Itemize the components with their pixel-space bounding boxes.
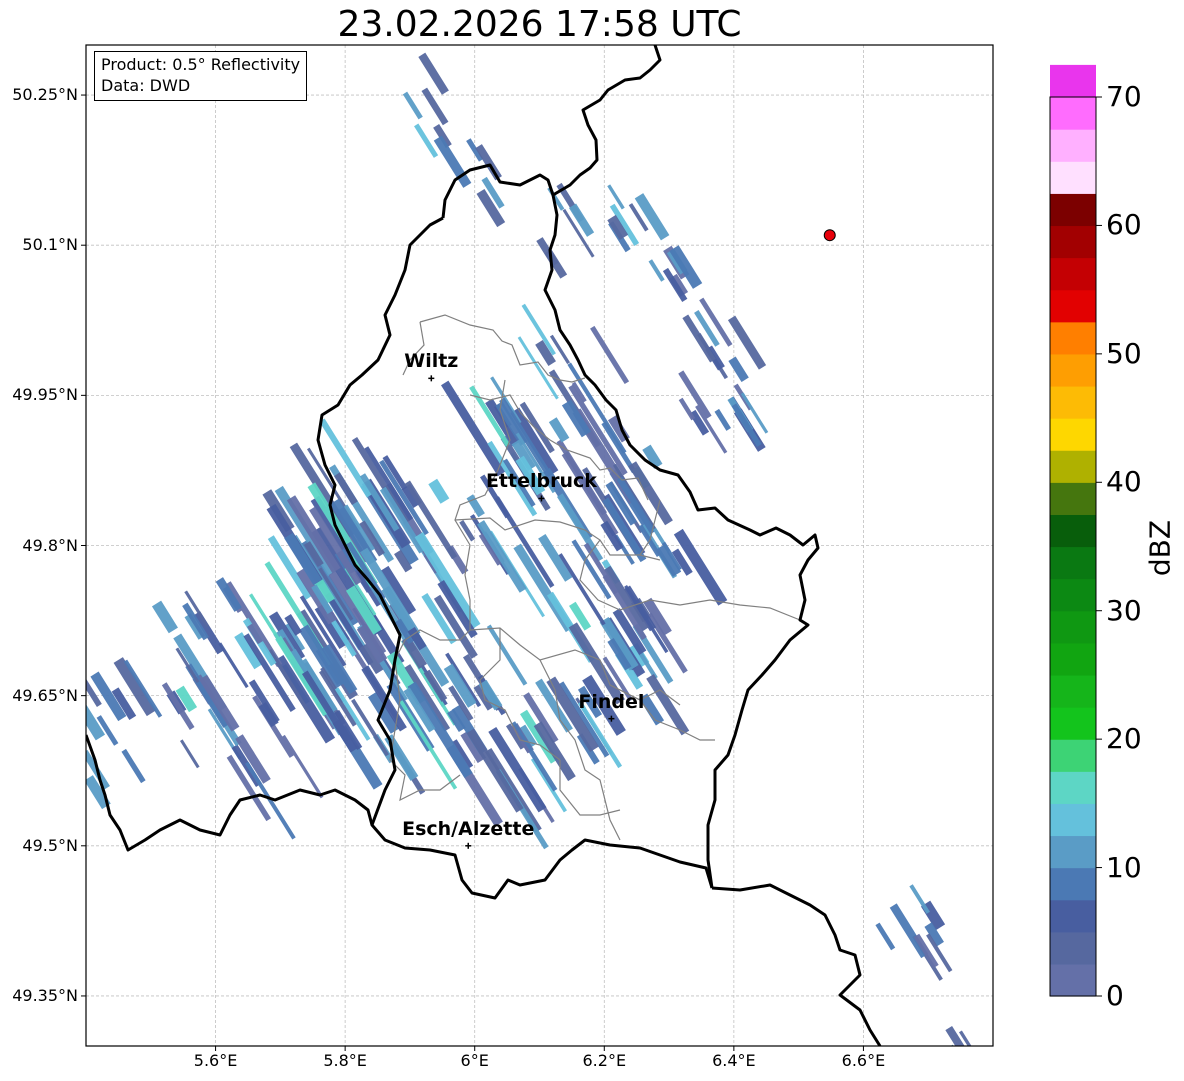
lon-tick-label: 6.6°E: [841, 1051, 886, 1070]
echo-streak: [678, 397, 696, 421]
echo-streak: [875, 922, 896, 951]
echo-streak: [909, 884, 930, 914]
colorbar-segment: [1050, 385, 1096, 419]
echo-streak: [418, 52, 449, 95]
colorbar-tick-label: 30: [1106, 593, 1142, 627]
lat-tick-label: 49.65°N: [12, 685, 78, 705]
colorbar-segment: [1050, 739, 1096, 772]
echo-streak: [151, 600, 178, 634]
colorbar-segment: [1050, 353, 1096, 387]
colorbar-segment: [1050, 931, 1096, 965]
echo-streak: [647, 612, 688, 674]
colorbar-segment: [1050, 257, 1096, 291]
colorbar-tick-label: 20: [1106, 722, 1142, 756]
colorbar-segment: [1050, 161, 1096, 194]
lon-tick-label: 6.4°E: [712, 1051, 756, 1070]
product-line: Product: 0.5° Reflectivity: [101, 55, 301, 74]
city-label: Esch/Alzette: [402, 817, 535, 840]
colorbar-tick-label: 0: [1106, 979, 1124, 1012]
colorbar-tick-label: 40: [1106, 465, 1142, 499]
colorbar-segment: [1050, 899, 1096, 933]
colorbar-tick-label: 70: [1106, 80, 1142, 113]
product-info-box: Product: 0.5° Reflectivity Data: DWD: [94, 51, 308, 101]
colorbar-segment: [1050, 482, 1096, 515]
data-source-line: Data: DWD: [101, 76, 191, 95]
echo-streak: [607, 184, 625, 210]
colorbar-label: dBZ: [1143, 519, 1177, 577]
colorbar-segment: [1050, 578, 1096, 612]
colorbar-tick-label: 50: [1106, 336, 1142, 370]
lat-tick-label: 49.5°N: [22, 835, 78, 855]
echo-streak: [245, 761, 296, 840]
lon-tick-label: 6.2°E: [582, 1051, 627, 1070]
city-marker: [428, 375, 435, 382]
echo-streak: [948, 1047, 972, 1081]
gridlines: [86, 45, 993, 1046]
lat-tick-label: 50.25°N: [12, 85, 78, 105]
echo-streak: [728, 356, 749, 383]
radar-map: [81, 44, 1102, 1081]
echo-streak: [282, 734, 324, 799]
colorbar-segment: [1050, 193, 1096, 227]
echo-streak: [121, 748, 146, 784]
echo-streak: [548, 417, 570, 443]
city-label: Findel: [578, 690, 645, 713]
radar-echoes: [86, 52, 981, 1081]
colorbar-segment: [1050, 418, 1096, 451]
lat-tick-label: 49.95°N: [12, 385, 78, 405]
radar-site-marker: [823, 229, 836, 242]
colorbar-tick-label: 60: [1106, 208, 1142, 242]
colorbar-segment: [1050, 674, 1096, 708]
colorbar-segment: [1050, 803, 1096, 837]
city-label: Ettelbruck: [485, 470, 597, 493]
echo-streak: [714, 408, 731, 431]
echo-streak: [179, 739, 200, 769]
lon-tick-label: 5.8°E: [323, 1051, 367, 1070]
colorbar-segment: [1050, 707, 1096, 740]
lat-tick-label: 50.1°N: [22, 235, 78, 255]
colorbar-segment: [1050, 289, 1096, 323]
colorbar: [1049, 64, 1102, 997]
lat-tick-label: 49.35°N: [12, 985, 78, 1005]
axis-ticks: [81, 94, 864, 1051]
echo-streak: [568, 203, 595, 237]
lon-tick-label: 6°E: [460, 1051, 489, 1070]
colorbar-segment: [1050, 867, 1096, 901]
colorbar-segment: [1050, 225, 1096, 259]
echo-streak: [433, 135, 472, 188]
echo-streak: [648, 259, 665, 282]
colorbar-segment: [1050, 64, 1096, 98]
echo-streak: [536, 237, 559, 267]
lon-tick-label: 5.6°E: [193, 1051, 238, 1070]
echo-streak: [475, 144, 502, 181]
colorbar-segment: [1050, 514, 1096, 548]
echo-streak: [949, 1044, 966, 1046]
city-label: Wiltz: [404, 350, 459, 373]
colorbar-segment: [1050, 546, 1096, 580]
city-marker: [465, 842, 472, 849]
lat-tick-label: 49.8°N: [22, 535, 78, 555]
colorbar-segment: [1050, 610, 1096, 644]
colorbar-segment: [1050, 129, 1096, 162]
colorbar-segment: [1050, 771, 1096, 804]
echo-streak: [590, 325, 630, 385]
colorbar-segment: [1050, 963, 1096, 997]
colorbar-segment: [1050, 642, 1096, 676]
colorbar-segment: [1050, 450, 1096, 483]
echo-streak: [466, 494, 485, 518]
colorbar-tick-label: 10: [1106, 850, 1142, 884]
echo-streak: [402, 91, 423, 120]
echo-streak: [731, 403, 762, 447]
colorbar-segment: [1050, 97, 1096, 130]
colorbar-segment: [1050, 835, 1096, 869]
colorbar-segment: [1050, 321, 1096, 355]
